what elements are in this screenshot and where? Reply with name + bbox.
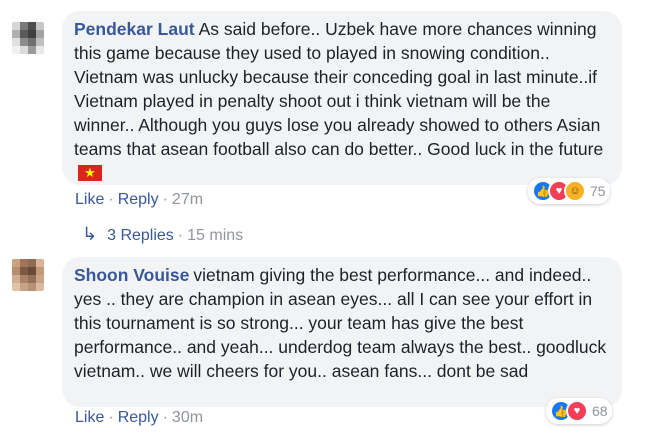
avatar-pixel [12,22,20,30]
comment-actions: Like · Reply · 27m [75,191,203,209]
haha-icon: ☺ [564,180,586,202]
separator-dot: · [108,191,114,208]
reaction-count: 68 [592,403,608,419]
comment-actions: Like · Reply · 30m [75,409,203,427]
avatar[interactable] [12,259,44,291]
avatar-pixel [28,283,36,291]
avatar-pixel [20,22,28,30]
comment-bubble: Shoon Vouise vietnam giving the best perf… [62,257,622,407]
like-link[interactable]: Like [75,409,104,426]
avatar-pixel [28,275,36,283]
avatar-pixel [12,267,20,275]
avatar-pixel [36,259,44,267]
love-icon: ♥ [566,400,588,422]
avatar-pixel [36,38,44,46]
separator-dot: · [162,191,168,208]
avatar-pixel [12,259,20,267]
avatar-pixel [28,38,36,46]
comment-timestamp[interactable]: 30m [172,409,203,426]
reply-link[interactable]: Reply [118,409,159,426]
avatar-pixel [12,283,20,291]
separator-dot: · [177,227,184,244]
avatar-pixel [12,30,20,38]
avatar-pixel [20,283,28,291]
avatar-pixel [36,22,44,30]
reply-link[interactable]: Reply [118,191,159,208]
avatar-pixel [20,38,28,46]
separator-dot: · [108,409,114,426]
avatar-pixel [36,30,44,38]
reaction-count: 75 [590,183,606,199]
comment-author[interactable]: Shoon Vouise [74,265,189,285]
replies-timestamp: 15 mins [187,227,244,244]
reaction-summary[interactable]: 👍 ♥ 68 [546,398,612,424]
reply-arrow-icon: ↳ [82,224,98,244]
avatar-pixel [20,46,28,54]
vietnam-flag-icon [78,165,102,181]
comment-author[interactable]: Pendekar Laut [74,19,195,39]
avatar-pixel [20,275,28,283]
avatar-pixel [36,267,44,275]
avatar-pixel [12,46,20,54]
avatar-pixel [20,30,28,38]
avatar-pixel [12,275,20,283]
avatar-pixel [36,283,44,291]
separator-dot: · [162,409,168,426]
replies-count-label[interactable]: 3 Replies [107,227,174,244]
view-replies-link[interactable]: ↳ 3 Replies · 15 mins [82,224,243,245]
avatar-pixel [36,275,44,283]
comment-timestamp[interactable]: 27m [172,191,203,208]
avatar[interactable] [12,22,44,54]
avatar-pixel [28,46,36,54]
like-link[interactable]: Like [75,191,104,208]
comment-text: As said before.. Uzbek have more chances… [74,19,604,159]
comment-bubble: Pendekar Laut As said before.. Uzbek have… [62,11,622,185]
avatar-pixel [12,38,20,46]
avatar-pixel [20,259,28,267]
avatar-pixel [36,46,44,54]
avatar-pixel [28,267,36,275]
avatar-pixel [28,30,36,38]
avatar-pixel [28,22,36,30]
avatar-pixel [20,267,28,275]
reaction-summary[interactable]: 👍 ♥ ☺ 75 [528,178,610,204]
avatar-pixel [28,259,36,267]
